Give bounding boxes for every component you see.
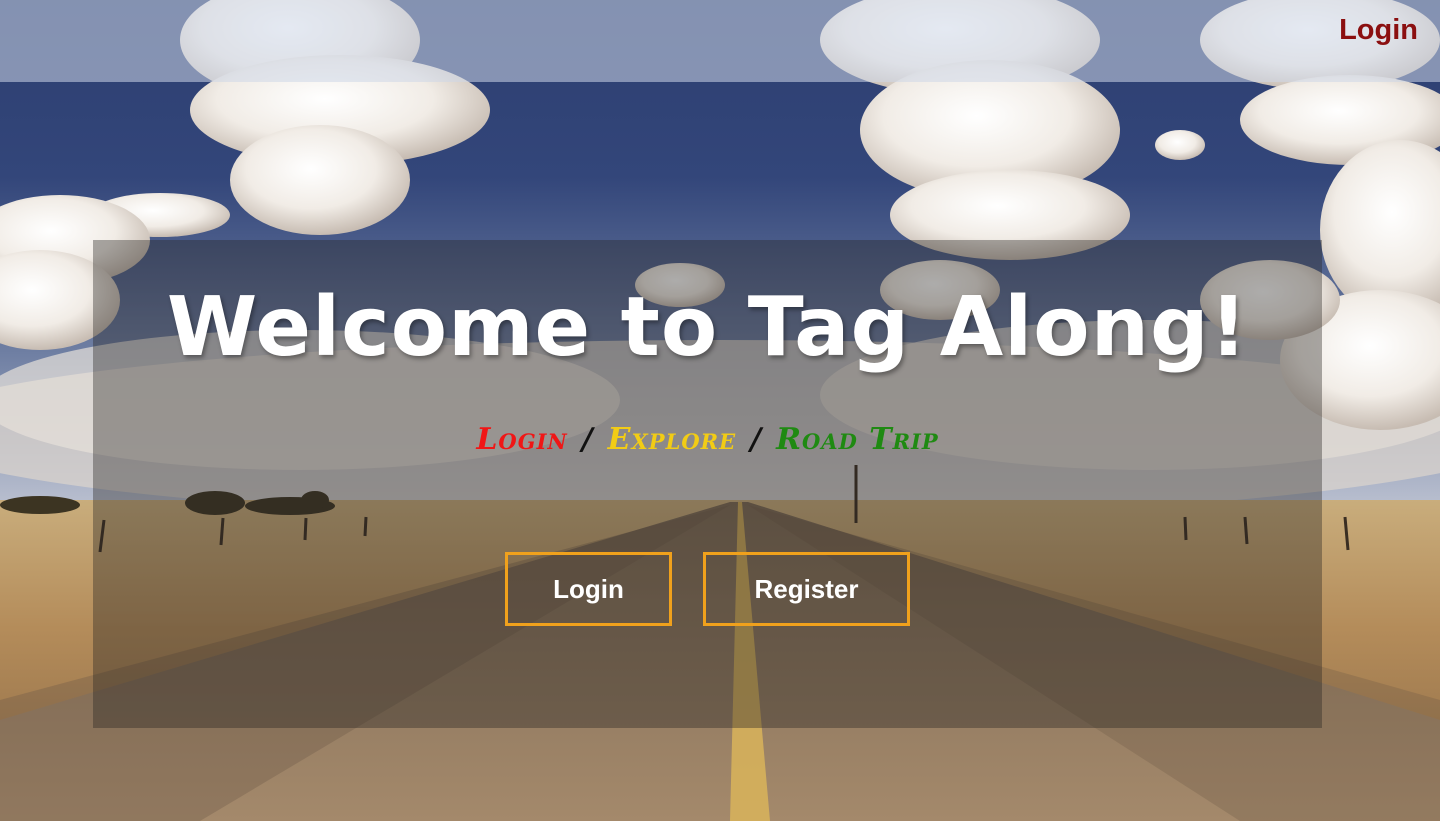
tagline-explore: Explore [607, 422, 737, 457]
tagline-login: Login [476, 422, 568, 457]
tagline-separator: / [581, 422, 594, 457]
tagline: Login / Explore / Road Trip [93, 422, 1322, 457]
nav-login-link[interactable]: Login [1339, 14, 1418, 47]
tagline-road-trip: Road Trip [776, 422, 939, 457]
hero-panel: Welcome to Tag Along! Login / Explore / Road… [93, 240, 1322, 728]
login-button[interactable]: Login [505, 552, 672, 626]
register-button[interactable]: Register [703, 552, 910, 626]
top-nav-bar: Login [0, 0, 1440, 82]
tagline-separator: / [750, 422, 763, 457]
page-title: Welcome to Tag Along! [166, 280, 1249, 375]
